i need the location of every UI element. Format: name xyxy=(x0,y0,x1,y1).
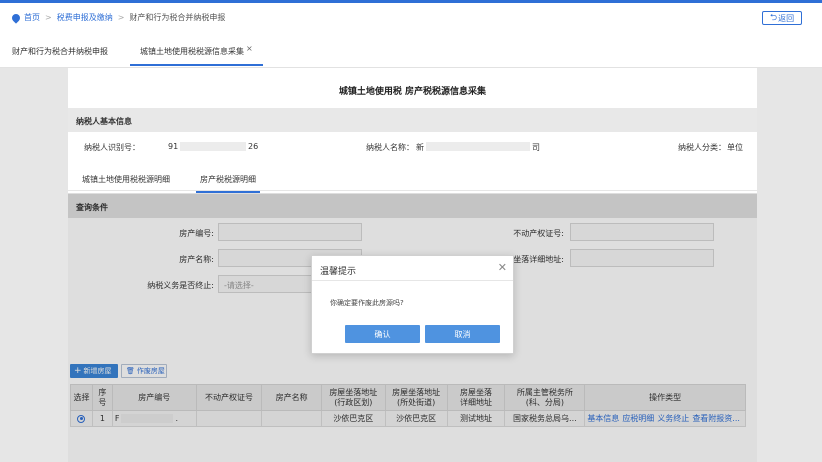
subtab-label: 房产税税源明细 xyxy=(200,175,256,184)
breadcrumb: 首页 > 税费申报及缴纳 > 财产和行为税合并纳税申报 xyxy=(10,11,226,24)
taxpayer-name-redacted xyxy=(426,142,530,151)
top-bar: 首页 > 税费申报及缴纳 > 财产和行为税合并纳税申报 ⮌ 返回 xyxy=(0,0,822,34)
tab-combined-declaration[interactable]: 财产和行为税合并纳税申报 xyxy=(12,46,108,57)
taxpayer-name-suffix: 司 xyxy=(532,143,540,152)
breadcrumb-level1[interactable]: 税费申报及缴纳 xyxy=(57,12,113,23)
tab-label: 财产和行为税合并纳税申报 xyxy=(12,47,108,56)
subtab-label: 城镇土地使用税税源明细 xyxy=(82,175,170,184)
taxpayer-name-label: 纳税人名称： xyxy=(366,143,414,152)
dialog-title: 温馨提示 xyxy=(320,267,357,277)
tab-bar: 财产和行为税合并纳税申报 城镇土地使用税税源信息采集 × xyxy=(0,34,822,68)
back-button[interactable]: ⮌ 返回 xyxy=(762,11,802,25)
taxpayer-type-label: 纳税人分类： xyxy=(678,143,726,152)
breadcrumb-home[interactable]: 首页 xyxy=(24,12,40,23)
tab-land-tax-collection[interactable]: 城镇土地使用税税源信息采集 × xyxy=(130,44,263,66)
close-tab-icon[interactable]: × xyxy=(246,44,253,53)
breadcrumb-separator: > xyxy=(117,13,125,22)
confirm-button-label: 确认 xyxy=(374,329,391,339)
subtab-divider xyxy=(68,190,757,191)
taxpayer-section-header: 纳税人基本信息 xyxy=(68,108,757,132)
confirm-dialog: 温馨提示 ✕ 你确定要作废此房源吗? 确认 取消 xyxy=(311,255,514,354)
taxpayer-id-label: 纳税人识别号： xyxy=(84,143,140,152)
cancel-button-label: 取消 xyxy=(454,329,471,339)
tab-label: 城镇土地使用税税源信息采集 xyxy=(140,47,244,56)
confirm-button[interactable]: 确认 xyxy=(345,325,420,343)
return-arrow-icon: ⮌ xyxy=(769,13,778,23)
breadcrumb-current: 财产和行为税合并纳税申报 xyxy=(129,13,226,22)
dialog-divider xyxy=(312,280,513,281)
page-title: 城镇土地使用税 房产税税源信息采集 xyxy=(338,87,487,97)
dialog-message: 你确定要作废此房源吗? xyxy=(330,299,404,307)
taxpayer-type-value: 单位 xyxy=(727,143,743,152)
taxpayer-name-prefix: 新 xyxy=(416,143,424,152)
taxpayer-id-suffix: 26 xyxy=(248,142,259,151)
close-icon[interactable]: ✕ xyxy=(498,261,507,274)
back-button-label: 返回 xyxy=(778,13,795,23)
taxpayer-id-prefix: 91 xyxy=(168,142,179,151)
breadcrumb-separator: > xyxy=(45,13,52,22)
taxpayer-info-row: 纳税人识别号： 91 26 纳税人名称： 新 司 纳税人分类： 单位 xyxy=(68,142,757,156)
location-pin-icon xyxy=(10,11,22,24)
taxpayer-id-redacted xyxy=(180,142,246,151)
subtab-land-tax[interactable]: 城镇土地使用税税源明细 xyxy=(82,174,170,185)
cancel-button[interactable]: 取消 xyxy=(425,325,500,343)
